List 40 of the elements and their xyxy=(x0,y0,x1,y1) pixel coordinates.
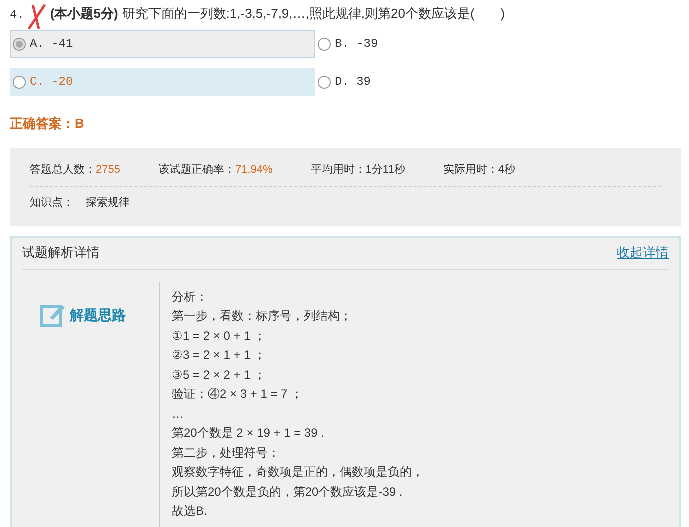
analysis-line: 分析： xyxy=(172,288,209,306)
analysis-line: … xyxy=(172,406,185,422)
stat-value: 71.94% xyxy=(235,162,273,178)
knowledge-value: 探索规律 xyxy=(86,196,130,211)
radio-button[interactable] xyxy=(13,38,26,50)
radio-button[interactable] xyxy=(318,38,331,50)
analysis-line: 验证：④2 × 3 + 1 = 7 ； xyxy=(172,386,304,403)
analysis-line: 观察数字特征，奇数项是正的，偶数项是负的， xyxy=(172,464,424,481)
stat-label: 实际用时： xyxy=(443,162,498,178)
analysis-line: ②3 = 2 × 1 + 1 ； xyxy=(172,347,268,364)
question-score: (本小题5分) xyxy=(50,5,118,23)
stat-label: 平均用时： xyxy=(310,162,366,178)
analysis-line: 第一步，看数：标序号，列结构； xyxy=(172,308,353,325)
stat-label: 答题总人数： xyxy=(30,162,96,178)
answer-option[interactable]: A. -41 xyxy=(10,30,315,58)
analysis-line: 第二步，处理符号： xyxy=(172,444,281,462)
option-label: C. -20 xyxy=(30,74,74,91)
section-title: 解题思路 xyxy=(70,306,126,324)
analysis-line: 故选B. xyxy=(172,503,208,520)
collapse-link[interactable]: 收起详情 xyxy=(617,243,669,263)
knowledge-label: 知识点： xyxy=(30,196,74,211)
analysis-line: 所以第20个数是负的，第20个数应该是-39 . xyxy=(172,484,404,500)
option-label: A. -41 xyxy=(30,36,74,53)
answer-option[interactable]: D. 39 xyxy=(315,68,515,96)
correct-answer: 正确答案：B xyxy=(10,115,86,133)
analysis-line: ①1 = 2 × 0 + 1 ； xyxy=(172,328,268,344)
stat-value: 1分11秒 xyxy=(366,162,406,178)
option-label: B. -39 xyxy=(335,36,378,53)
analysis-line: 第20个数是 2 × 19 + 1 = 39 . xyxy=(172,425,326,442)
stat-label: 该试题正确率： xyxy=(158,162,236,178)
radio-button[interactable] xyxy=(318,76,331,88)
stat-value: 2755 xyxy=(96,162,120,178)
question-number: 4. xyxy=(10,7,24,24)
option-label: D. 39 xyxy=(335,74,372,91)
radio-button[interactable] xyxy=(13,76,26,88)
stat-value: 4秒 xyxy=(498,162,516,178)
details-title: 试题解析详情 xyxy=(22,244,100,262)
answer-option[interactable]: B. -39 xyxy=(315,30,515,58)
analysis-line: ③5 = 2 × 2 + 1 ； xyxy=(172,366,268,384)
question-text: 研究下面的一列数:1,-3,5,-7,9,…,照此规律,则第20个数应该是( ) xyxy=(122,5,506,23)
